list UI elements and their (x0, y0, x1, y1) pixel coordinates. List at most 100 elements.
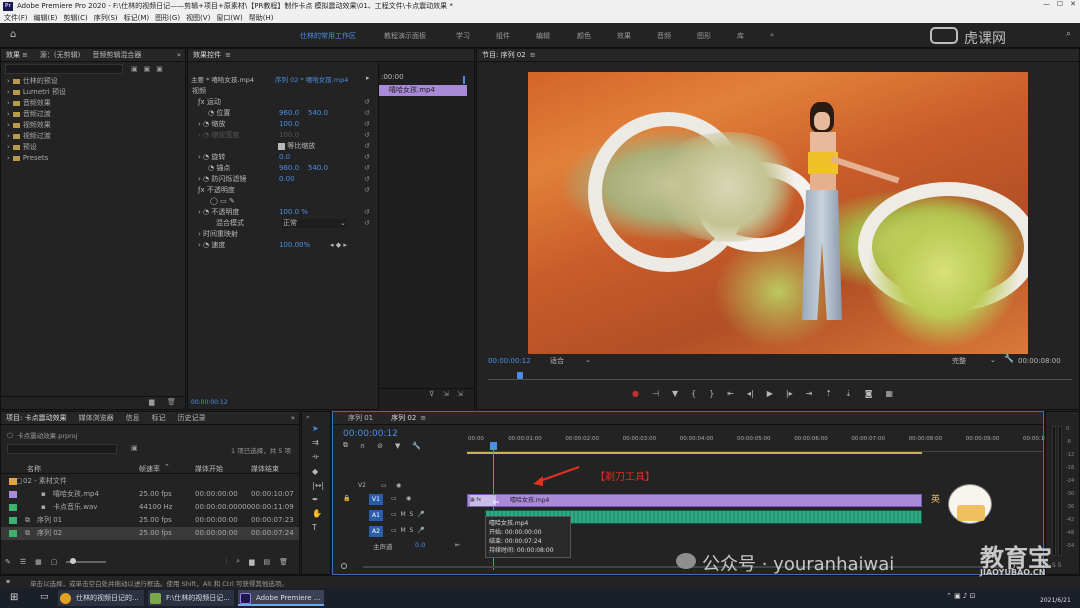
nest-icon[interactable]: ⧉ (343, 441, 348, 450)
razor-tool-icon[interactable]: ◆ (312, 467, 324, 476)
ec-opacity-section[interactable]: 不透明度 (207, 186, 235, 194)
ec-speed-value[interactable]: 100.00% (279, 240, 310, 251)
timeline-settings-icon[interactable]: 🔧 (412, 442, 421, 450)
project-tab[interactable]: 历史记录 (178, 413, 206, 423)
stopwatch-icon[interactable]: ◔ (203, 208, 209, 216)
workspace-tab[interactable]: 学习 (456, 31, 470, 41)
reset-icon[interactable]: ↺ (364, 119, 370, 130)
project-tab[interactable]: 媒体浏览器 (79, 413, 114, 423)
new-item-icon[interactable]: ▤ (263, 558, 270, 566)
linked-selection-icon[interactable]: ⊘ (377, 442, 383, 450)
timeline-ruler[interactable]: 00:00 00:00:01:00 00:00:02:00 00:00:03:00 00… (467, 430, 1057, 452)
minimize-icon[interactable]: — (1043, 0, 1050, 8)
project-row[interactable]: ▪ 卡点音乐.wav 44100 Hz 00:00:00:00000 00:00:11:… (1, 501, 299, 514)
automate-icon[interactable]: ⫶ (225, 557, 227, 566)
taskbar-premiere[interactable]: Adobe Premiere ... (238, 590, 324, 606)
ec-anchor-x[interactable]: 960.0 (279, 163, 299, 174)
ec-antiflicker-value[interactable]: 0.00 (279, 174, 295, 185)
chevron-down-icon[interactable]: ⌄ (585, 356, 591, 364)
reset-icon[interactable]: ↺ (364, 108, 370, 119)
windows-start-icon[interactable]: ⊞ (10, 592, 18, 603)
track-a1-label[interactable]: A1 (369, 510, 383, 521)
effects-search-input[interactable] (5, 64, 123, 74)
menu-item[interactable]: 序列(S) (94, 13, 118, 23)
lock-icon[interactable]: 🔒 (343, 495, 350, 502)
project-search-input[interactable] (7, 444, 117, 454)
panel-more-icon[interactable]: » (177, 51, 181, 59)
ripple-edit-tool-icon[interactable]: ⟛ (312, 452, 324, 462)
mark-out-icon[interactable]: ▼ (672, 389, 678, 398)
icon-view-icon[interactable]: ▦ (35, 558, 42, 566)
menu-item[interactable]: 图形(G) (155, 13, 180, 23)
video-clip[interactable]: ▦ fx 嘻哈女孩.mp4 (467, 494, 922, 507)
pen-mask-icon[interactable]: ✎ (229, 197, 235, 205)
freeform-view-icon[interactable]: ▢ (51, 558, 58, 566)
ec-motion[interactable]: 运动 (207, 98, 221, 106)
menu-item[interactable]: 剪辑(C) (63, 13, 87, 23)
work-area-bar[interactable] (467, 452, 922, 454)
effects-tree-item[interactable]: › 预设 (1, 142, 185, 153)
effects-tree-item[interactable]: › Presets (1, 153, 185, 164)
filter-icon[interactable]: ⊽ (429, 390, 434, 398)
hand-tool-icon[interactable]: ✋ (312, 509, 324, 518)
project-row[interactable]: › ▢ 02 - 素材文件 (1, 475, 299, 488)
mark-in-icon[interactable]: ⊣ (652, 389, 659, 398)
selection-tool-icon[interactable]: ➤ (312, 424, 324, 433)
chevron-down-icon[interactable]: ⌄ (340, 218, 346, 229)
ec-blend-select[interactable]: 正常 (281, 219, 347, 228)
ec-opacity-value[interactable]: 100.0 % (279, 207, 308, 218)
taskbar-explorer[interactable]: F:\仕林的视频日记... (148, 590, 234, 606)
effects-tree-item[interactable]: › 视频过渡 (1, 131, 185, 142)
task-view-icon[interactable]: ▭ (40, 592, 49, 602)
find-icon[interactable]: ⌕ (236, 557, 240, 566)
program-quality-select[interactable]: 完整 (952, 357, 966, 365)
ec-position-x[interactable]: 960.0 (279, 108, 299, 119)
effects-tree-item[interactable]: › 视频效果 (1, 120, 185, 131)
col-fps[interactable]: 帧速率 (139, 464, 160, 474)
menu-item[interactable]: 标记(M) (124, 13, 150, 23)
ec-play-icon[interactable]: ▸ (366, 74, 370, 82)
pen-tool-icon[interactable]: ✒ (312, 495, 324, 504)
tab-program[interactable]: 节目: 序列 02 (482, 50, 526, 60)
compare-icon[interactable]: ▦ (885, 389, 893, 398)
maximize-icon[interactable]: ☐ (1057, 0, 1063, 8)
slip-tool-icon[interactable]: |↔| (312, 481, 324, 490)
tray-icons[interactable]: ⌃ ▣ ♪ ⊡ (946, 592, 976, 600)
program-video-frame[interactable] (528, 72, 1028, 354)
add-marker-icon[interactable]: ● (632, 389, 639, 398)
tab-sequence-02[interactable]: 序列 02 (391, 413, 416, 423)
track-select-tool-icon[interactable]: ⇉ (312, 438, 324, 447)
toggle-output-icon[interactable]: ▭ (391, 495, 397, 502)
effects-tree-item[interactable]: › Lumetri 预设 (1, 87, 185, 98)
eye-icon[interactable]: ◉ (406, 495, 411, 502)
workspace-tab[interactable]: 效果 (617, 31, 631, 41)
snap-icon[interactable]: ∩ (360, 442, 365, 450)
menu-item[interactable]: 帮助(H) (249, 13, 274, 23)
delete-icon[interactable]: 🗑 (279, 558, 288, 566)
label-color-swatch[interactable] (9, 491, 17, 498)
program-scrubber[interactable] (488, 370, 1072, 380)
tab-effect-controls[interactable]: 效果控件 (193, 50, 221, 60)
solo-right[interactable]: S (1058, 562, 1062, 569)
accelerated-effects-icon[interactable]: ▣ (131, 65, 138, 73)
effects-tree-item[interactable]: › 音频过渡 (1, 109, 185, 120)
toggle-output-icon[interactable]: ▭ (381, 482, 387, 489)
extract-icon[interactable]: ⇣ (845, 389, 852, 398)
tab-effects[interactable]: 效果 (6, 50, 20, 60)
camera-icon[interactable]: ◙ (865, 389, 873, 398)
workspace-tab[interactable]: 组件 (496, 31, 510, 41)
stopwatch-icon[interactable]: ◔ (203, 153, 209, 161)
effects-tree-item[interactable]: › 仕林的预设 (1, 76, 185, 87)
solo-left[interactable]: S (1052, 562, 1056, 569)
play-icon[interactable]: ▶ (767, 389, 773, 398)
out-bracket-icon[interactable]: } (709, 389, 714, 398)
stopwatch-icon[interactable]: ◔ (203, 120, 209, 128)
track-v2-label[interactable]: V2 (358, 482, 366, 489)
chevron-down-icon[interactable]: ⌄ (990, 356, 996, 364)
timeline-marker-icon[interactable]: ▼ (395, 442, 400, 450)
ec-position-y[interactable]: 540.0 (308, 108, 328, 119)
stopwatch-icon[interactable]: ◔ (203, 241, 209, 249)
sort-up-icon[interactable]: ⌃ (164, 463, 170, 471)
project-row[interactable]: ⧉ 序列 02 25.00 fps 00:00:00:00 00:00:07:24 (1, 527, 299, 540)
project-tab[interactable]: 标记 (152, 413, 166, 423)
